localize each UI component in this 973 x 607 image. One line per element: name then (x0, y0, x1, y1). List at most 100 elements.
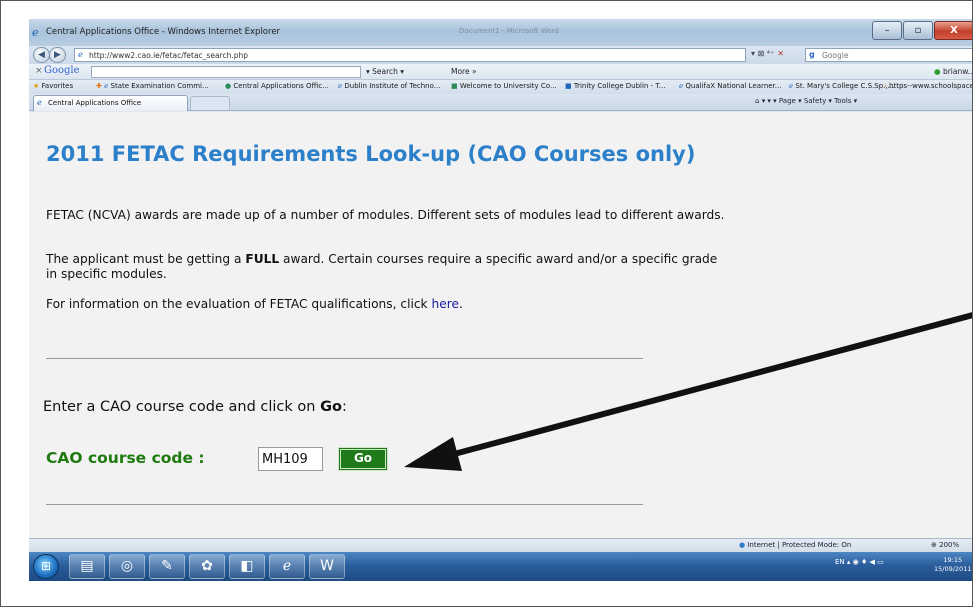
background-window-title: Document1 - Microsoft Word (459, 27, 559, 35)
favorite-item[interactable]: ● Central Applications Offic... (225, 82, 329, 90)
ie-taskbar-icon[interactable]: ℯ (269, 554, 305, 579)
media-taskbar-icon[interactable]: ◎ (109, 554, 145, 579)
award-text-start: The applicant must be getting a (46, 252, 246, 266)
site-icon: ■ (451, 82, 458, 90)
award-paragraph: The applicant must be getting a FULL awa… (46, 252, 726, 282)
prompt-text: Enter a CAO course code and click on (43, 399, 321, 415)
favorite-item[interactable]: ✚ ℯ State Examination Commi... (96, 82, 209, 90)
taskbar: ⊞ ▤ ◎ ✎ ✿ ◧ ℯ W EN ▴ ◉ ♦ ◀ ▭ 19:15 15/09… (29, 552, 972, 581)
status-bar: ● Internet | Protected Mode: On ⊕ 200% (29, 538, 972, 552)
google-logo: Google (44, 65, 80, 76)
refresh-controls[interactable]: ▾ ⊠ ⁴⁺ (751, 49, 774, 58)
word-taskbar-icon[interactable]: W (309, 554, 345, 579)
toolbar-close-icon[interactable]: × (35, 66, 43, 76)
zoom-label: 200% (939, 541, 960, 549)
favorite-label: St. Mary's College C.S.Sp.,... (795, 82, 895, 90)
maximize-button[interactable]: ▫ (903, 21, 933, 40)
address-controls[interactable]: ▾ ⊠ ⁴⁺ ✕ (751, 49, 787, 58)
favorite-item[interactable]: › https--www.schoolspace.i... (884, 82, 972, 90)
forward-button[interactable]: ▶ (49, 47, 66, 63)
start-button[interactable]: ⊞ (33, 554, 59, 579)
page-content: 2011 FETAC Requirements Look-up (CAO Cou… (29, 112, 972, 538)
google-user-menu[interactable]: ● brianw... ▾ (934, 67, 972, 76)
google-toolbar: × Google ▾ Search ▾ More » ● brianw... ▾ (29, 64, 972, 80)
app-taskbar-icon[interactable]: ◧ (229, 554, 265, 579)
screenshot-frame: ℯ Central Applications Office - Windows … (0, 0, 973, 607)
page-icon: ℯ (104, 82, 109, 90)
back-button[interactable]: ◀ (33, 47, 50, 63)
explorer-taskbar-icon[interactable]: ▤ (69, 554, 105, 579)
tab-row: ℯ Central Applications Office ⌂ ▾ ▾ ▾ Pa… (29, 94, 972, 111)
home-icon[interactable]: ⌂ (755, 97, 759, 105)
google-more-button[interactable]: More » (451, 67, 477, 76)
course-code-prompt: Enter a CAO course code and click on Go: (43, 399, 347, 415)
zoom-level[interactable]: ⊕ 200% (931, 541, 959, 549)
google-search-button[interactable]: ▾ Search ▾ (366, 67, 404, 76)
favorite-label: Welcome to University Co... (459, 82, 557, 90)
globe-icon: ● (739, 541, 746, 549)
here-link[interactable]: here (431, 297, 458, 311)
clock-time: 19:15 (943, 556, 963, 564)
favorite-label: https--www.schoolspace.i... (889, 82, 972, 90)
tab-label: Central Applications Office (48, 99, 142, 107)
favorites-label: Favorites (41, 82, 74, 90)
url-input[interactable] (89, 49, 729, 61)
page-icon: ℯ (338, 82, 343, 90)
divider (46, 504, 643, 505)
url-box[interactable]: ℯ (74, 48, 746, 62)
paint-taskbar-icon[interactable]: ✎ (149, 554, 185, 579)
favorite-label: QualifaX National Learner... (685, 82, 782, 90)
go-button[interactable]: Go (338, 447, 388, 471)
star-icon: ★ (33, 82, 40, 90)
favorite-item[interactable]: ℯ Dublin Institute of Techno... (338, 82, 440, 90)
page-icon: ℯ (78, 50, 83, 59)
minimize-button[interactable]: – (872, 21, 902, 40)
command-bar[interactable]: ⌂ ▾ ▾ ▾ Page ▾ Safety ▾ Tools ▾ (755, 97, 857, 105)
address-bar: ◀ ▶ ℯ ▾ ⊠ ⁴⁺✕ g (29, 46, 972, 64)
page-icon: ℯ (679, 82, 684, 90)
prompt-text-end: : (341, 399, 347, 415)
stop-icon[interactable]: ✕ (777, 49, 784, 58)
window-title: Central Applications Office - Windows In… (46, 27, 281, 37)
award-emphasis: FULL (245, 252, 280, 266)
chevron-right-icon: › (884, 82, 887, 90)
favorite-item[interactable]: ℯ QualifaX National Learner... (679, 82, 781, 90)
language-indicator[interactable]: EN (835, 558, 845, 566)
favorite-label: State Examination Commi... (110, 82, 209, 90)
clock[interactable]: 19:15 15/09/2011 (934, 556, 971, 574)
favorite-label: Central Applications Offic... (233, 82, 329, 90)
search-box[interactable]: g (805, 48, 972, 62)
new-tab-button[interactable] (190, 96, 230, 110)
network-taskbar-icon[interactable]: ✿ (189, 554, 225, 579)
tray-icons[interactable]: ▴ ◉ ♦ ◀ ▭ (847, 558, 884, 566)
google-icon: g (809, 50, 815, 59)
zone-label: Internet | Protected Mode: On (747, 541, 852, 549)
page-title: 2011 FETAC Requirements Look-up (CAO Cou… (46, 142, 696, 166)
favorites-button[interactable]: ★ Favorites (33, 82, 73, 90)
system-tray[interactable]: EN ▴ ◉ ♦ ◀ ▭ (835, 558, 884, 566)
title-bar: ℯ Central Applications Office - Windows … (29, 19, 972, 46)
zoom-icon: ⊕ (931, 541, 937, 549)
page-icon: ℯ (37, 98, 42, 107)
info-paragraph: For information on the evaluation of FET… (46, 297, 726, 312)
close-button[interactable]: X (934, 21, 972, 40)
google-search-input[interactable] (91, 66, 361, 78)
site-icon: ■ (565, 82, 572, 90)
favorite-item[interactable]: ■ Trinity College Dublin - T... (565, 82, 665, 90)
site-icon: ● (225, 82, 232, 90)
favorite-label: Trinity College Dublin - T... (573, 82, 666, 90)
favorite-item[interactable]: ℯ St. Mary's College C.S.Sp.,... (789, 82, 894, 90)
tab-central-applications[interactable]: ℯ Central Applications Office (33, 95, 188, 111)
intro-paragraph: FETAC (NCVA) awards are made up of a num… (46, 208, 725, 222)
course-code-input[interactable] (258, 447, 323, 471)
prompt-emphasis: Go (320, 399, 342, 415)
status-dot-icon: ● (934, 67, 941, 76)
search-input[interactable] (822, 49, 952, 61)
ie-window: ℯ Central Applications Office - Windows … (29, 19, 972, 581)
divider (46, 358, 643, 359)
page-icon: ℯ (789, 82, 794, 90)
ie-icon: ℯ (32, 26, 39, 39)
favorite-item[interactable]: ■ Welcome to University Co... (451, 82, 557, 90)
info-text: For information on the evaluation of FET… (46, 297, 432, 311)
add-favorite-icon: ✚ (96, 82, 102, 90)
